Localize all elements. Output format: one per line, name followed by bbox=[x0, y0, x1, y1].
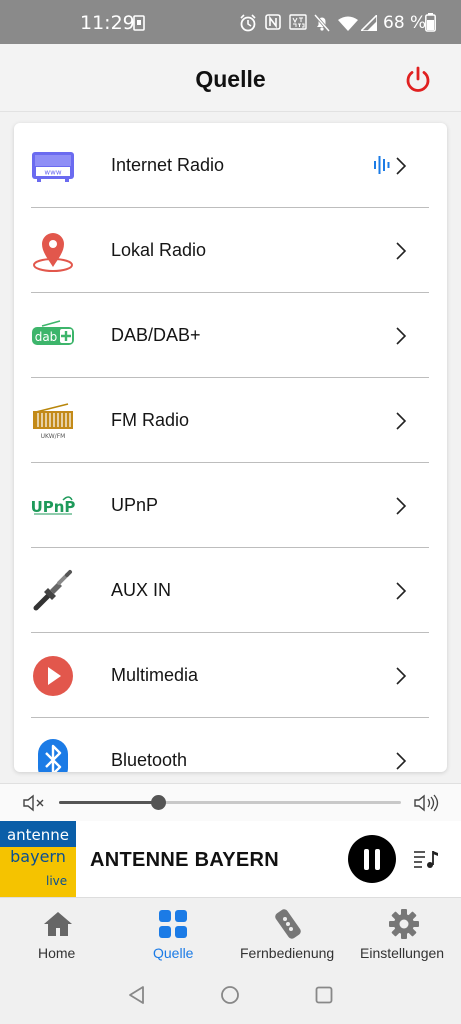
aux-jack-icon bbox=[33, 570, 72, 611]
source-internet-radio[interactable]: www Internet Radio bbox=[14, 123, 447, 208]
nav-label: Fernbedienung bbox=[240, 945, 335, 961]
gear-icon bbox=[389, 909, 419, 939]
volume-fill bbox=[59, 801, 159, 804]
battery-icon bbox=[425, 13, 436, 32]
back-icon[interactable] bbox=[126, 984, 148, 1006]
chevron-right-icon bbox=[396, 327, 407, 345]
status-bar: 11:29 68 % bbox=[0, 0, 461, 44]
system-navigation bbox=[0, 967, 461, 1024]
audio-wave-icon bbox=[374, 156, 390, 174]
play-icon bbox=[33, 656, 73, 696]
recents-icon[interactable] bbox=[313, 984, 335, 1006]
chevron-right-icon bbox=[396, 667, 407, 685]
source-label: UPnP bbox=[111, 495, 159, 515]
nav-einstellungen[interactable]: Einstellungen bbox=[358, 898, 450, 968]
source-label: AUX IN bbox=[111, 580, 172, 600]
fm-radio-icon: UKW/FM bbox=[33, 403, 73, 440]
source-label: DAB/DAB+ bbox=[111, 325, 201, 345]
svg-text:UKW/FM: UKW/FM bbox=[41, 433, 66, 440]
now-playing-bar[interactable]: antenne bayern live ANTENNE BAYERN bbox=[0, 821, 461, 897]
dab-icon: dab bbox=[32, 320, 74, 345]
source-label: Bluetooth bbox=[111, 750, 188, 770]
volume-max-icon[interactable] bbox=[413, 793, 439, 813]
source-aux-in[interactable]: AUX IN bbox=[14, 548, 447, 633]
source-label: Internet Radio bbox=[111, 155, 225, 175]
logo-line-2: bayern bbox=[10, 847, 66, 866]
nav-quelle[interactable]: Quelle bbox=[140, 898, 210, 968]
home-circle-icon[interactable] bbox=[219, 984, 241, 1006]
grid-icon bbox=[159, 910, 187, 938]
location-pin-icon bbox=[33, 233, 73, 272]
remote-icon bbox=[275, 909, 301, 939]
internet-radio-icon: www bbox=[32, 152, 74, 182]
chevron-right-icon bbox=[396, 412, 407, 430]
volume-mute-icon[interactable] bbox=[22, 793, 48, 813]
pause-bar bbox=[364, 849, 369, 870]
wifi-icon bbox=[338, 16, 358, 31]
battery-percent: 68 % bbox=[383, 13, 427, 33]
nav-label: Quelle bbox=[153, 945, 194, 961]
pause-bar bbox=[375, 849, 380, 870]
nav-fernbedienung[interactable]: Fernbedienung bbox=[238, 898, 338, 968]
chevron-right-icon bbox=[396, 752, 407, 770]
logo-line-1: antenne bbox=[0, 821, 76, 847]
source-fm-radio[interactable]: UKW/FM FM Radio bbox=[14, 378, 447, 463]
nav-home[interactable]: Home bbox=[18, 898, 98, 968]
svg-text:dab: dab bbox=[35, 330, 58, 344]
volume-bar bbox=[0, 783, 461, 821]
source-lokal-radio[interactable]: Lokal Radio bbox=[14, 208, 447, 293]
alarm-icon bbox=[240, 14, 256, 32]
signal-icon bbox=[361, 15, 377, 31]
header: Quelle bbox=[0, 44, 461, 112]
home-icon bbox=[44, 912, 72, 936]
chevron-right-icon bbox=[396, 582, 407, 600]
source-label: Lokal Radio bbox=[111, 240, 207, 260]
source-list: www Internet Radio Lokal Radio dab DAB/D… bbox=[14, 123, 447, 772]
nfc-icon bbox=[265, 14, 281, 30]
chevron-right-icon bbox=[396, 497, 407, 515]
source-bluetooth[interactable]: Bluetooth bbox=[14, 718, 447, 772]
page-title: Quelle bbox=[195, 66, 266, 92]
source-multimedia[interactable]: Multimedia bbox=[14, 633, 447, 718]
station-logo: antenne bayern live bbox=[0, 821, 76, 897]
bell-off-icon bbox=[314, 14, 330, 32]
upnp-icon: UPnP bbox=[31, 496, 76, 516]
source-upnp[interactable]: UPnP UPnP bbox=[14, 463, 447, 548]
source-label: Multimedia bbox=[111, 665, 199, 685]
nav-label: Home bbox=[38, 945, 76, 961]
playlist-icon[interactable] bbox=[413, 847, 439, 871]
pause-button[interactable] bbox=[348, 835, 396, 883]
svg-text:www: www bbox=[44, 169, 61, 177]
bluetooth-icon bbox=[38, 739, 68, 772]
status-time: 11:29 bbox=[80, 12, 135, 34]
volte-icon bbox=[289, 14, 307, 30]
source-label: FM Radio bbox=[111, 410, 190, 430]
sim-icon bbox=[133, 15, 145, 31]
nav-label: Einstellungen bbox=[360, 945, 445, 961]
station-name: ANTENNE BAYERN bbox=[90, 849, 280, 871]
chevron-right-icon bbox=[396, 157, 407, 175]
bottom-navigation: Home Quelle Fernbedienung Einstellungen bbox=[0, 897, 461, 967]
source-dab[interactable]: dab DAB/DAB+ bbox=[14, 293, 447, 378]
power-icon[interactable] bbox=[402, 64, 434, 96]
logo-line-3: live bbox=[46, 874, 68, 888]
volume-slider[interactable] bbox=[59, 795, 401, 810]
volume-thumb[interactable] bbox=[151, 795, 167, 810]
svg-text:UPnP: UPnP bbox=[31, 498, 76, 516]
chevron-right-icon bbox=[396, 242, 407, 260]
